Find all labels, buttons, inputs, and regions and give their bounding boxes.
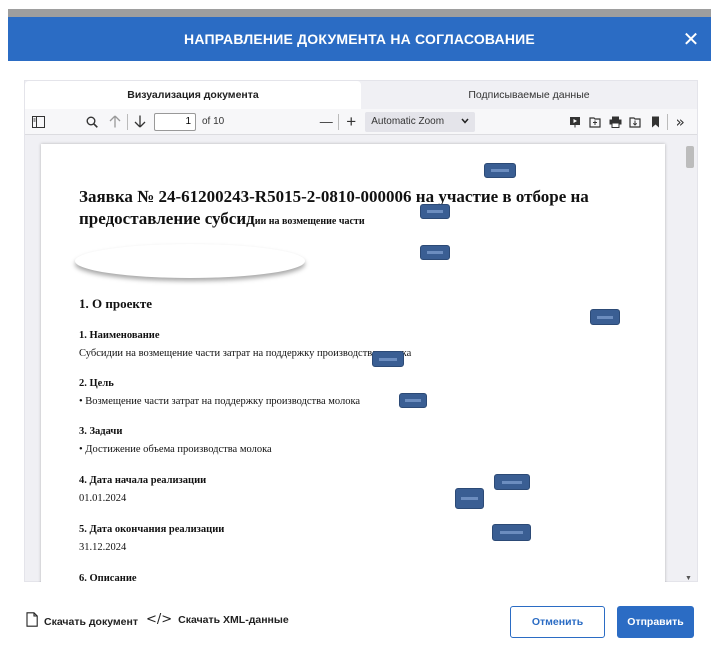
annotation-marker[interactable] [492, 524, 531, 541]
section-heading: 1. О проекте [79, 296, 152, 311]
item-value: • Возмещение части затрат на поддержку п… [79, 396, 361, 407]
document-scrollbar[interactable]: ▼ [683, 144, 695, 582]
next-page-icon[interactable] [130, 112, 150, 132]
bookmark-icon[interactable] [645, 112, 665, 132]
sidebar-toggle-icon[interactable] [28, 112, 48, 132]
document-page: Заявка № 24-61200243-R5015-2-0810-000006… [41, 144, 665, 582]
item-value: Субсидии на возмещение части затрат на п… [79, 348, 412, 359]
page-number-input[interactable] [154, 112, 196, 131]
item-heading: 5. Дата окончания реализации [79, 524, 225, 535]
annotation-marker[interactable] [399, 393, 427, 408]
code-icon: </> [146, 612, 173, 627]
download-xml-link[interactable]: </> Скачать XML-данные [146, 612, 289, 627]
item-heading: 6. Описание [79, 573, 137, 582]
annotation-marker[interactable] [420, 245, 450, 260]
document-title: Заявка № 24-61200243-R5015-2-0810-000006… [79, 186, 639, 233]
file-icon [26, 612, 38, 631]
page-count: of 10 [202, 116, 225, 127]
download-document-label: Скачать документ [44, 615, 138, 628]
annotation-marker[interactable] [484, 163, 516, 178]
item-heading: 3. Задачи [79, 426, 123, 437]
scroll-down-icon[interactable]: ▼ [685, 575, 692, 582]
item-heading: 2. Цель [79, 378, 114, 389]
close-icon[interactable]: ✕ [679, 27, 703, 51]
search-icon[interactable] [82, 112, 102, 132]
download-xml-label: Скачать XML-данные [178, 613, 289, 626]
item-value: 31.12.2024 [79, 542, 127, 553]
zoom-select[interactable]: Automatic Zoom [365, 111, 476, 132]
annotation-marker[interactable] [494, 474, 530, 490]
download-document-link[interactable]: Скачать документ [26, 612, 138, 631]
save-icon[interactable] [625, 112, 645, 132]
annotation-marker[interactable] [455, 488, 484, 509]
print-icon[interactable] [605, 112, 625, 132]
toolbar-divider [127, 113, 128, 130]
more-tools-icon[interactable]: » [670, 112, 690, 132]
tab-visualization[interactable]: Визуализация документа [25, 81, 361, 109]
redaction-overlay [75, 244, 305, 278]
modal-header: НАПРАВЛЕНИЕ ДОКУМЕНТА НА СОГЛАСОВАНИЕ ✕ [8, 17, 711, 61]
item-value: • Достижение объема производства молока [79, 444, 272, 455]
open-file-icon[interactable] [585, 112, 605, 132]
document-area: Заявка № 24-61200243-R5015-2-0810-000006… [25, 136, 697, 582]
zoom-in-icon[interactable]: + [341, 112, 361, 132]
scroll-thumb[interactable] [686, 146, 694, 168]
modal-footer: Скачать документ </> Скачать XML-данные … [0, 600, 711, 644]
chevron-down-icon [461, 116, 469, 127]
tab-bar: Визуализация документа Подписываемые дан… [25, 81, 697, 109]
zoom-out-icon[interactable]: — [316, 112, 336, 132]
annotation-marker[interactable] [590, 309, 620, 325]
item-heading: 1. Наименование [79, 330, 160, 341]
toolbar-divider [338, 113, 340, 130]
modal-title: НАПРАВЛЕНИЕ ДОКУМЕНТА НА СОГЛАСОВАНИЕ [184, 31, 535, 47]
annotation-marker[interactable] [372, 351, 404, 367]
zoom-label: Automatic Zoom [371, 116, 445, 127]
tab-signed-data[interactable]: Подписываемые данные [361, 81, 697, 109]
presentation-icon[interactable] [565, 112, 585, 132]
document-title-small: ии на возмещение части [254, 216, 365, 227]
send-button[interactable]: Отправить [617, 606, 694, 638]
annotation-marker[interactable] [420, 204, 450, 219]
item-value: 01.01.2024 [79, 493, 127, 504]
toolbar-divider [667, 113, 669, 130]
prev-page-icon[interactable] [105, 112, 125, 132]
pdf-toolbar: of 10 — + Automatic Zoom » [25, 109, 697, 135]
document-viewer: Визуализация документа Подписываемые дан… [24, 80, 698, 582]
cancel-button[interactable]: Отменить [510, 606, 605, 638]
item-heading: 4. Дата начала реализации [79, 475, 207, 486]
top-strip [8, 9, 711, 17]
